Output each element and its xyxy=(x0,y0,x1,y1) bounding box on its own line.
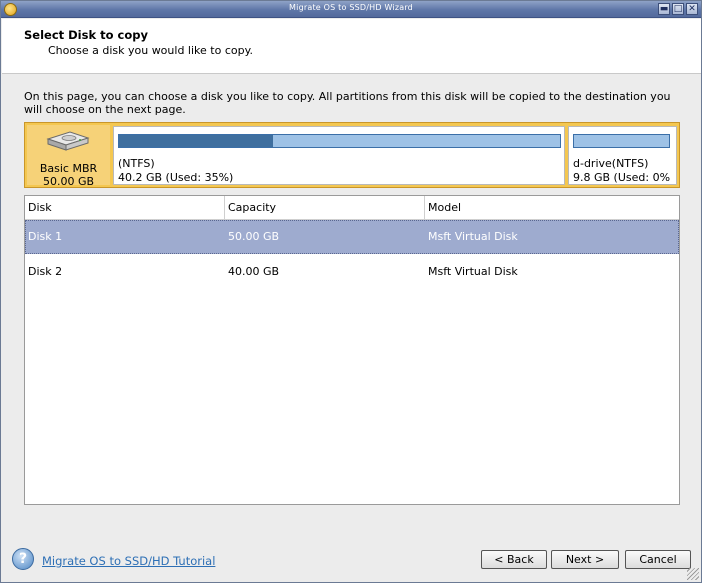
maximize-button[interactable]: □ xyxy=(672,3,684,15)
close-button[interactable]: ✕ xyxy=(686,3,698,15)
resize-grip[interactable] xyxy=(687,568,699,580)
cell-model: Msft Virtual Disk xyxy=(428,230,518,243)
window-title: Migrate OS to SSD/HD Wizard xyxy=(289,3,413,12)
partition-d-drive[interactable]: d-drive(NTFS) 9.8 GB (Used: 0% xyxy=(568,126,677,185)
cell-capacity: 40.00 GB xyxy=(228,265,280,278)
table-row[interactable]: Disk 1 50.00 GB Msft Virtual Disk xyxy=(25,220,679,254)
column-header-disk[interactable]: Disk xyxy=(25,196,225,220)
help-icon[interactable]: ? xyxy=(12,548,34,570)
disk-info[interactable]: Basic MBR 50.00 GB xyxy=(27,125,110,188)
next-button[interactable]: Next > xyxy=(551,550,619,569)
title-bar[interactable]: Migrate OS to SSD/HD Wizard ▬ □ ✕ xyxy=(1,1,701,18)
column-header-capacity[interactable]: Capacity xyxy=(225,196,425,220)
disk-type: Basic MBR xyxy=(39,162,98,175)
hard-disk-icon xyxy=(46,131,90,151)
page-subtitle: Choose a disk you would like to copy. xyxy=(48,44,254,57)
tutorial-link[interactable]: Migrate OS to SSD/HD Tutorial xyxy=(42,554,215,568)
partition-usage-bar xyxy=(573,134,670,148)
disk-table[interactable]: Disk Capacity Model Disk 1 50.00 GB Msft… xyxy=(24,195,680,505)
cell-disk: Disk 2 xyxy=(28,265,63,278)
cell-disk: Disk 1 xyxy=(28,230,63,243)
column-header-model[interactable]: Model xyxy=(425,196,679,220)
partition-label: d-drive(NTFS) xyxy=(573,157,649,170)
minimize-button[interactable]: ▬ xyxy=(658,3,670,15)
back-button[interactable]: < Back xyxy=(481,550,547,569)
intro-text: On this page, you can choose a disk you … xyxy=(24,90,671,116)
partition-used-fill xyxy=(119,135,274,147)
partition-usage: 40.2 GB (Used: 35%) xyxy=(118,171,234,184)
partition-ntfs[interactable]: (NTFS) 40.2 GB (Used: 35%) xyxy=(113,126,565,185)
page-title: Select Disk to copy xyxy=(24,28,148,42)
partition-usage-bar xyxy=(118,134,561,148)
disk-map[interactable]: Basic MBR 50.00 GB (NTFS) 40.2 GB (Used:… xyxy=(24,122,680,188)
partition-label: (NTFS) xyxy=(118,157,155,170)
disk-size: 50.00 GB xyxy=(42,175,95,188)
table-row[interactable]: Disk 2 40.00 GB Msft Virtual Disk xyxy=(25,255,679,289)
cancel-button[interactable]: Cancel xyxy=(625,550,691,569)
wizard-window: Migrate OS to SSD/HD Wizard ▬ □ ✕ Select… xyxy=(0,0,702,583)
cell-model: Msft Virtual Disk xyxy=(428,265,518,278)
wizard-header: Select Disk to copy Choose a disk you wo… xyxy=(2,19,701,74)
partition-usage: 9.8 GB (Used: 0% xyxy=(573,171,671,184)
cell-capacity: 50.00 GB xyxy=(228,230,280,243)
table-header: Disk Capacity Model xyxy=(25,196,679,220)
